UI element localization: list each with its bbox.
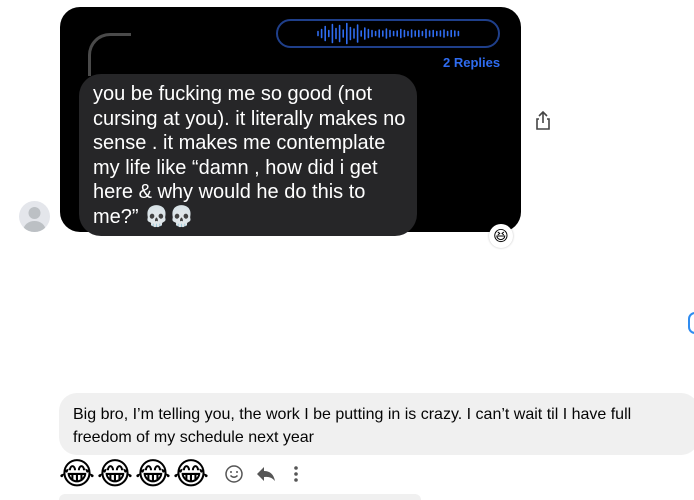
more-icon[interactable] xyxy=(292,464,300,489)
laugh-cry-emoji[interactable]: 😂 xyxy=(96,456,134,492)
waveform-icon xyxy=(317,22,460,45)
scroll-indicator[interactable] xyxy=(688,312,694,334)
message-reaction-badge[interactable]: 😆 xyxy=(489,224,513,248)
voice-message-pill[interactable] xyxy=(276,19,500,48)
reply-corner-line xyxy=(88,33,131,76)
reaction-row: 😂 😂 😂 😂 xyxy=(58,456,210,492)
avatar-placeholder-icon xyxy=(23,207,46,232)
laugh-cry-emoji[interactable]: 😂 xyxy=(134,456,172,492)
message-text: Big bro, I’m telling you, the work I be … xyxy=(73,406,632,446)
next-message-bubble-edge xyxy=(59,494,421,500)
replies-link[interactable]: 2 Replies xyxy=(443,55,500,70)
laugh-cry-emoji[interactable]: 😂 xyxy=(58,456,96,492)
share-icon[interactable] xyxy=(533,110,553,132)
smiley-icon[interactable] xyxy=(224,464,244,489)
quoted-message-text: you be fucking me so good (not cursing a… xyxy=(93,83,411,228)
sender-avatar[interactable] xyxy=(19,201,50,232)
reply-icon[interactable] xyxy=(255,464,277,489)
laugh-cry-emoji[interactable]: 😂 xyxy=(172,456,210,492)
